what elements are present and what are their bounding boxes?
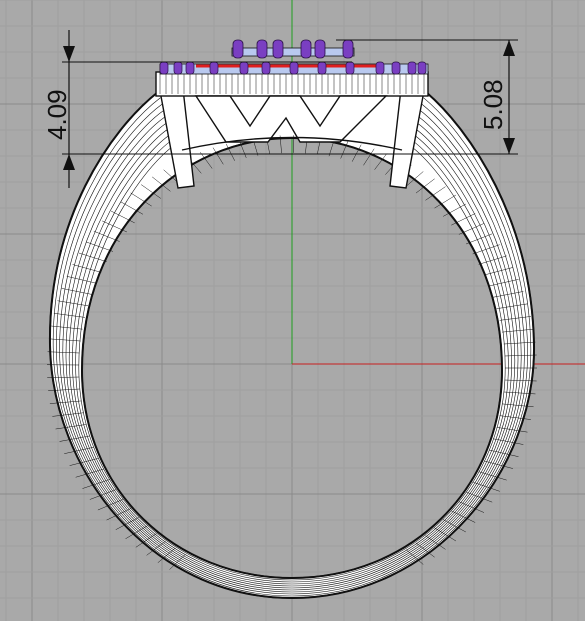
prong	[345, 61, 355, 75]
scene-canvas[interactable]: 4.09 5.08	[0, 0, 585, 621]
prong	[375, 61, 385, 75]
prong	[407, 61, 417, 75]
prong	[417, 61, 427, 75]
center-stone	[231, 47, 355, 57]
arrow-down-icon	[503, 138, 515, 154]
prong	[185, 61, 195, 75]
prong	[342, 39, 354, 59]
prong	[300, 39, 312, 59]
prong	[314, 39, 326, 59]
prong	[232, 39, 244, 59]
prong	[173, 61, 183, 75]
arrow-up-icon	[503, 40, 515, 56]
rhino-front-viewport[interactable]: 4.09 5.08	[0, 0, 585, 621]
dim-right-value[interactable]: 5.08	[478, 79, 508, 130]
prong	[256, 39, 268, 59]
prong	[317, 61, 327, 75]
prong	[272, 39, 284, 59]
prong	[159, 61, 169, 75]
prong	[261, 61, 271, 75]
prong	[391, 61, 401, 75]
prong	[289, 61, 299, 75]
dim-left-value[interactable]: 4.09	[42, 89, 72, 140]
arrow-down-icon	[63, 46, 75, 62]
prong	[239, 61, 249, 75]
prong	[209, 61, 219, 75]
